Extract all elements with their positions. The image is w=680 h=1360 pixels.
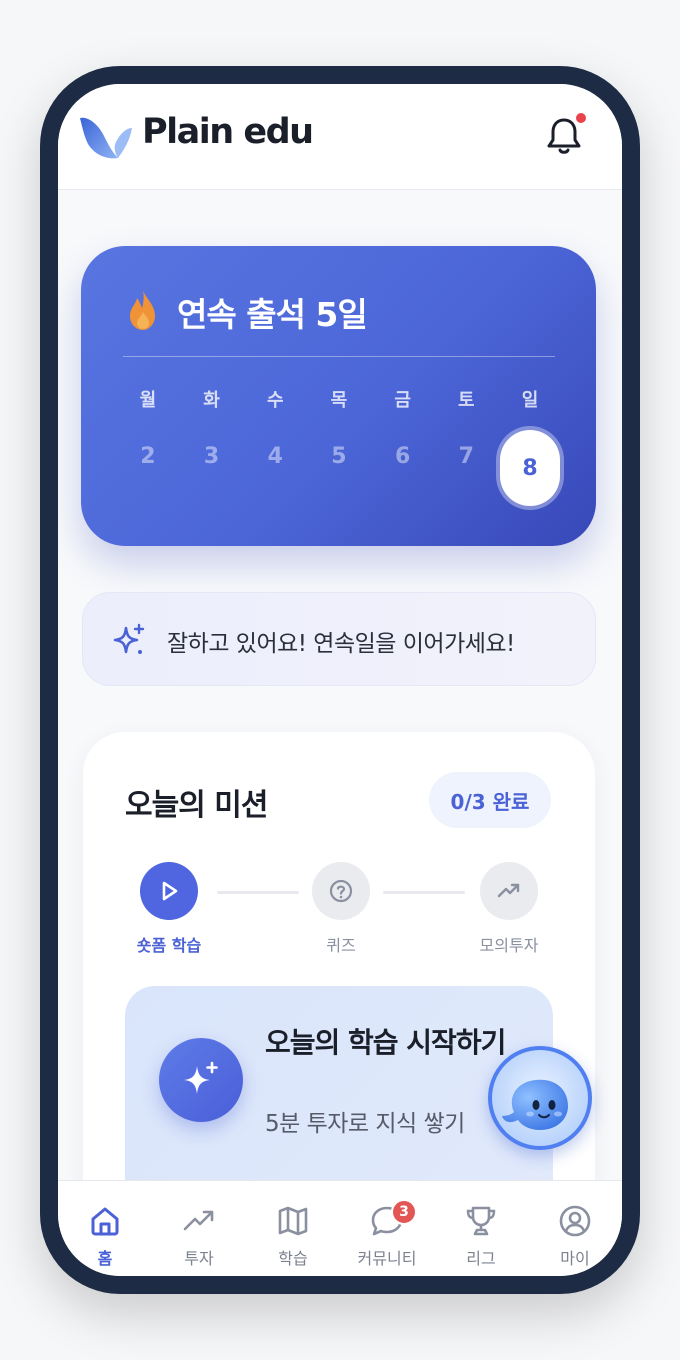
phone-frame: Plain edu 연속 출석 5일 월 2 화 3 수 4 목 5 금 6 토… (40, 66, 640, 1294)
step-connector (383, 891, 465, 894)
whale-tail-logo-icon (80, 117, 132, 159)
tab-learn[interactable]: 학습 (246, 1181, 340, 1276)
step-shortform[interactable]: 숏폼 학습 (119, 862, 219, 956)
home-icon (91, 1207, 119, 1236)
tab-label: 리그 (466, 1249, 496, 1268)
bottom-tab-bar: 홈 투자 학습 3 커뮤니티 리그 마이 (58, 1180, 622, 1276)
day-name: 화 (203, 390, 220, 411)
trophy-icon (466, 1206, 496, 1236)
step-mock-invest[interactable]: 모의투자 (459, 862, 559, 956)
question-icon (329, 879, 353, 903)
notification-count-badge: 3 (391, 1199, 417, 1225)
day-column: 월 2 (116, 386, 180, 506)
day-column: 목 5 (307, 386, 371, 506)
mission-progress-badge: 0/3 완료 (429, 772, 551, 828)
notification-dot (574, 111, 588, 125)
day-name: 목 (330, 390, 348, 411)
day-name: 토 (458, 390, 475, 411)
encourage-text: 잘하고 있어요! 연속일을 이어가세요! (167, 631, 515, 657)
tab-home[interactable]: 홈 (58, 1181, 152, 1276)
tab-invest[interactable]: 투자 (152, 1181, 246, 1276)
day-column-today: 일 8 (498, 386, 562, 506)
tab-league[interactable]: 리그 (434, 1181, 528, 1276)
mascot-button[interactable] (488, 1046, 592, 1150)
start-learning-subtitle: 5분 투자로 지식 쌓기 (265, 1111, 465, 1137)
streak-card: 연속 출석 5일 월 2 화 3 수 4 목 5 금 6 토 7 일 8 (81, 246, 596, 546)
day-column: 토 7 (434, 386, 498, 506)
user-circle-icon (559, 1205, 591, 1237)
start-learning-icon (159, 1038, 243, 1122)
step-circle (480, 862, 538, 920)
tab-my[interactable]: 마이 (528, 1181, 622, 1276)
step-label: 모의투자 (479, 936, 539, 955)
trend-up-icon (183, 1210, 214, 1231)
flame-icon (130, 290, 155, 330)
start-learning-title: 오늘의 학습 시작하기 (265, 1026, 506, 1059)
day-number: 2 (140, 444, 156, 469)
whale-mascot-icon (502, 1079, 568, 1130)
day-name: 일 (521, 390, 539, 411)
step-connector (217, 891, 299, 894)
day-number: 3 (203, 444, 220, 469)
step-circle (312, 862, 370, 920)
divider (123, 356, 555, 357)
tab-label: 홈 (97, 1249, 113, 1268)
brand-name: Plain edu (142, 112, 314, 152)
tab-label: 마이 (560, 1249, 590, 1268)
mission-title: 오늘의 미션 (125, 788, 268, 823)
step-circle (140, 862, 198, 920)
map-icon (278, 1206, 308, 1236)
step-label: 퀴즈 (326, 936, 356, 955)
sparkle-icon (113, 623, 145, 654)
app-screen: Plain edu 연속 출석 5일 월 2 화 3 수 4 목 5 금 6 토… (58, 84, 622, 1276)
trend-up-icon (497, 883, 520, 898)
tab-label: 커뮤니티 (357, 1249, 417, 1268)
day-column: 화 3 (180, 386, 244, 506)
streak-days: 월 2 화 3 수 4 목 5 금 6 토 7 일 8 (116, 386, 562, 506)
day-number: 6 (394, 444, 411, 469)
day-name: 수 (266, 390, 284, 411)
step-quiz[interactable]: 퀴즈 (291, 862, 391, 956)
day-number: 4 (267, 444, 283, 469)
tab-label: 투자 (184, 1249, 214, 1268)
day-number: 5 (331, 444, 347, 469)
day-number-today: 8 (499, 430, 560, 506)
sparkle-icon (184, 1061, 218, 1094)
day-number: 7 (458, 444, 474, 469)
step-label: 숏폼 학습 (136, 936, 202, 955)
day-column: 수 4 (243, 386, 307, 506)
app-header: Plain edu (58, 84, 622, 190)
day-name: 금 (394, 390, 411, 411)
encourage-banner: 잘하고 있어요! 연속일을 이어가세요! (82, 592, 596, 686)
mission-card: 오늘의 미션 0/3 완료 숏폼 학습 퀴즈 모의투자 오늘의 학습 시작하기 … (83, 732, 595, 1252)
tab-label: 학습 (278, 1249, 308, 1268)
play-icon (162, 881, 178, 901)
streak-title: 연속 출석 5일 (177, 295, 368, 334)
day-column: 금 6 (371, 386, 435, 506)
day-name: 월 (139, 390, 157, 411)
tab-community[interactable]: 3 커뮤니티 (340, 1181, 434, 1276)
